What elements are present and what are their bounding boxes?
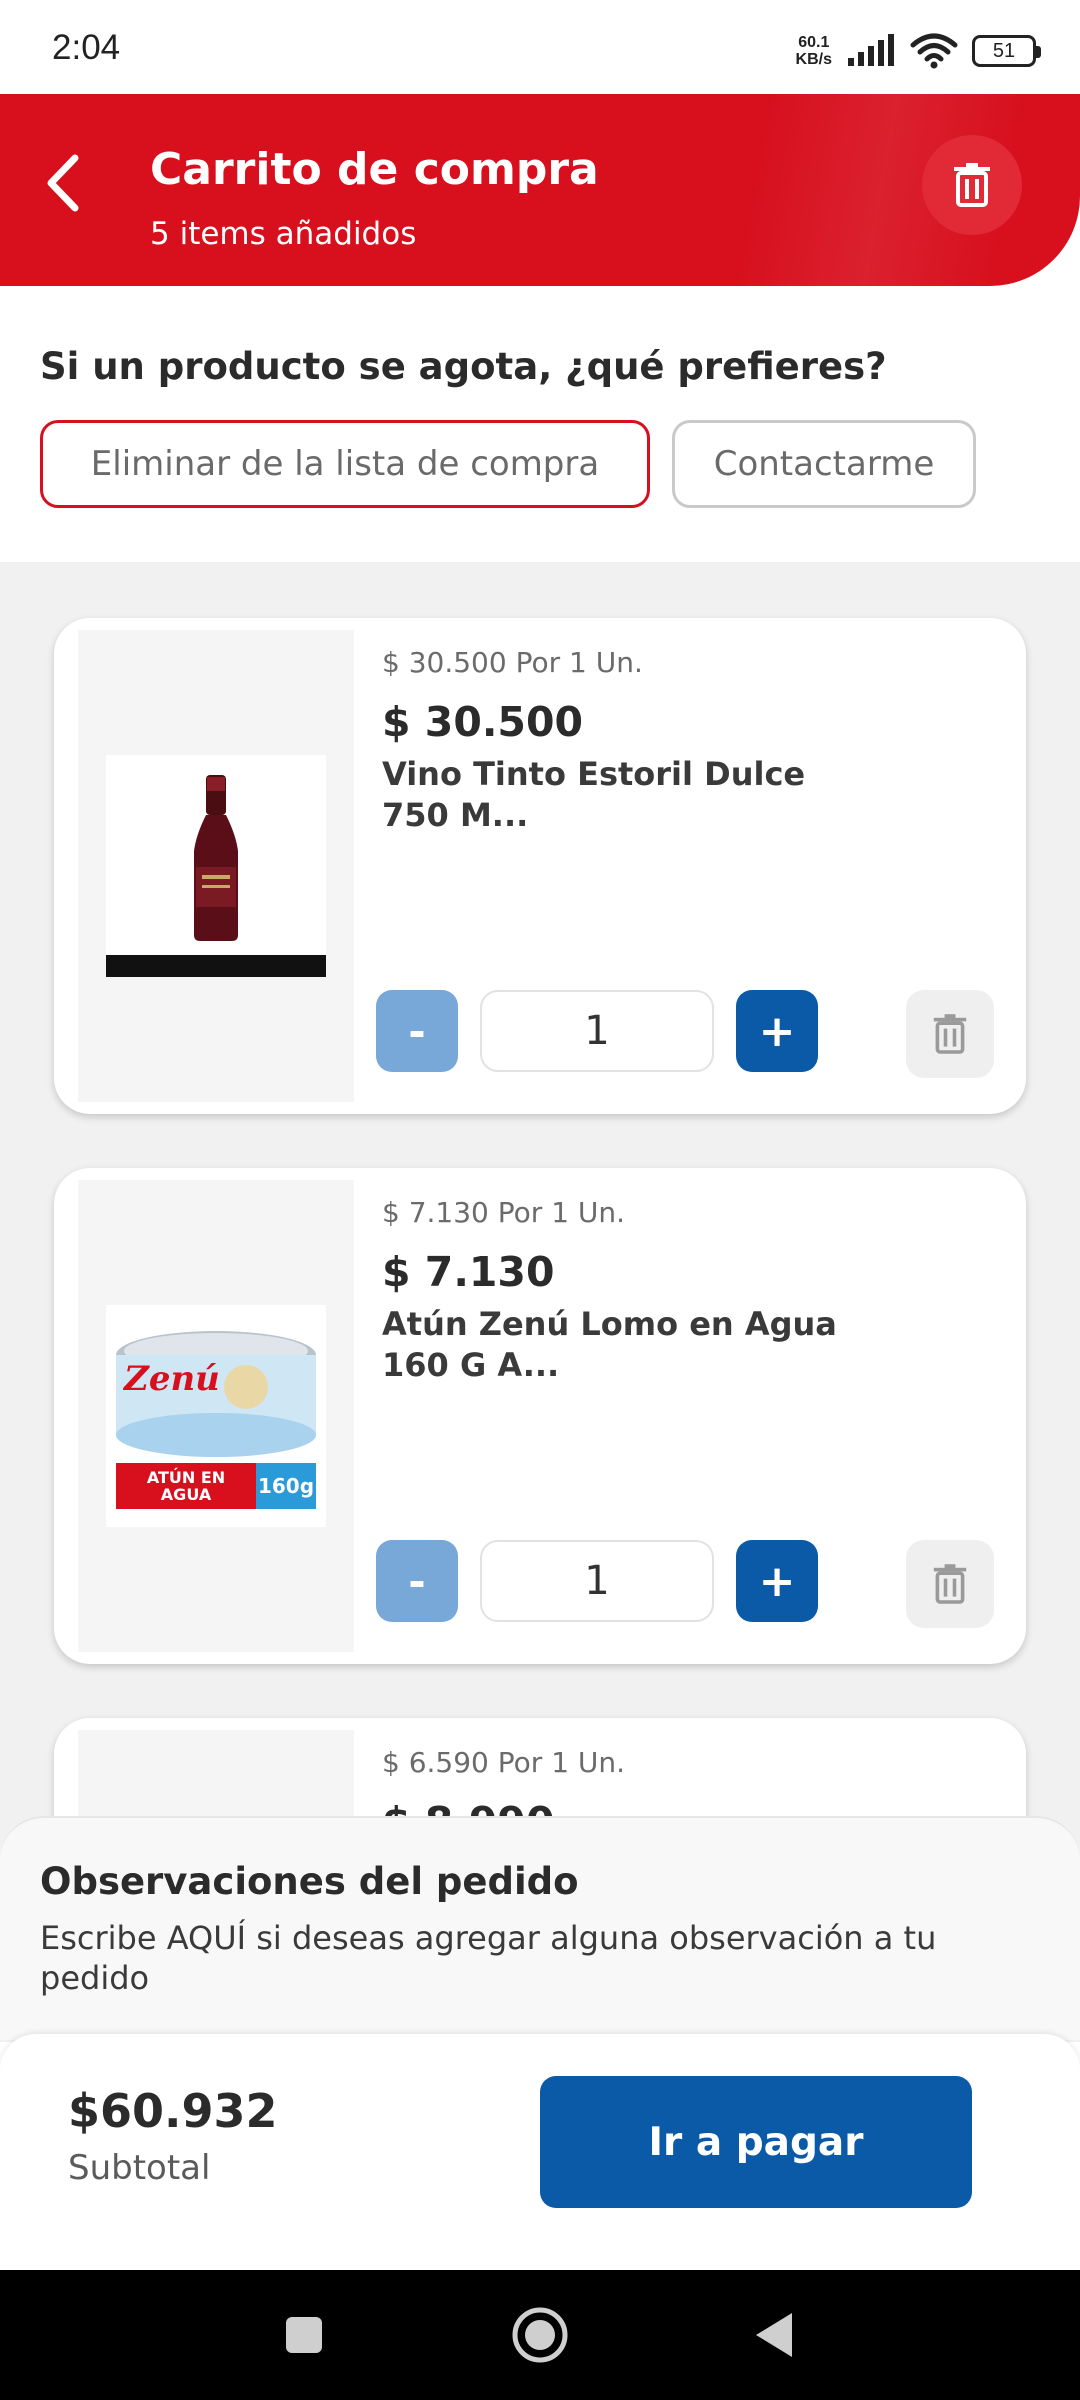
checkout-footer: $60.932 Subtotal Ir a pagar: [0, 2034, 1080, 2270]
status-bar: 2:04 60.1 KB/s 51: [0, 0, 1080, 94]
item-price: $ 7.130: [382, 1248, 555, 1296]
page-title: Carrito de compra: [150, 144, 599, 195]
subtotal-amount: $60.932: [68, 2084, 278, 2138]
signal-icon: [848, 34, 894, 66]
subtotal-label: Subtotal: [68, 2148, 211, 2188]
cart-item: Zenú ATÚN EN AGUA 160g $ 7.130 Por 1 Un.…: [54, 1168, 1026, 1664]
battery-icon: 51: [972, 35, 1041, 67]
product-image[interactable]: Zenú ATÚN EN AGUA 160g: [78, 1180, 354, 1652]
wine-bottle-image: [106, 775, 326, 977]
brand-logo: Zenú: [124, 1359, 220, 1399]
product-tag: ATÚN EN AGUA 160g: [116, 1463, 316, 1509]
recent-apps-button[interactable]: [244, 2270, 364, 2400]
items-count: 5 items añadidos: [150, 216, 417, 252]
order-notes-input[interactable]: Escribe AQUÍ si deseas agregar alguna ob…: [40, 1918, 1050, 1998]
trash-icon: [954, 163, 990, 207]
increase-quantity-button[interactable]: +: [736, 1540, 818, 1622]
option-contact-me[interactable]: Contactarme: [672, 420, 976, 508]
unit-price: $ 7.130 Por 1 Un.: [382, 1196, 626, 1229]
empty-cart-button[interactable]: [922, 135, 1022, 235]
out-of-stock-question: Si un producto se agota, ¿qué prefieres?: [40, 345, 887, 388]
product-image[interactable]: [78, 630, 354, 1102]
home-button[interactable]: [480, 2270, 600, 2400]
product-name[interactable]: Atún Zenú Lomo en Agua 160 G A...: [382, 1304, 882, 1386]
quantity-field[interactable]: 1: [480, 990, 714, 1072]
home-circle-icon: [512, 2307, 568, 2363]
trash-icon: [933, 1564, 967, 1604]
triangle-back-icon: [756, 2313, 792, 2357]
system-nav-bar: [0, 2270, 1080, 2400]
unit-price: $ 6.590 Por 1 Un.: [382, 1746, 626, 1779]
back-nav-button[interactable]: [714, 2270, 834, 2400]
square-icon: [286, 2317, 322, 2353]
option-remove-from-list[interactable]: Eliminar de la lista de compra: [40, 420, 650, 508]
remove-item-button[interactable]: [906, 1540, 994, 1628]
app-header: Carrito de compra 5 items añadidos: [0, 94, 1080, 286]
wifi-icon: [910, 33, 958, 69]
back-button[interactable]: [30, 138, 96, 228]
unit-price: $ 30.500 Por 1 Un.: [382, 646, 643, 679]
decrease-quantity-button[interactable]: -: [376, 990, 458, 1072]
decrease-quantity-button[interactable]: -: [376, 1540, 458, 1622]
cart-item: $ 30.500 Por 1 Un. $ 30.500 Vino Tinto E…: [54, 618, 1026, 1114]
remove-item-button[interactable]: [906, 990, 994, 1078]
network-speed: 60.1 KB/s: [795, 34, 832, 68]
status-indicators: 60.1 KB/s 51: [795, 28, 1041, 74]
increase-quantity-button[interactable]: +: [736, 990, 818, 1072]
trash-icon: [933, 1014, 967, 1054]
item-price: $ 30.500: [382, 698, 584, 746]
status-time: 2:04: [52, 28, 121, 67]
order-notes-panel[interactable]: Observaciones del pedido Escribe AQUÍ si…: [0, 1816, 1080, 2040]
chevron-left-icon: [47, 154, 79, 212]
quantity-field[interactable]: 1: [480, 1540, 714, 1622]
product-name[interactable]: Vino Tinto Estoril Dulce 750 M...: [382, 754, 882, 836]
order-notes-title: Observaciones del pedido: [40, 1860, 579, 1903]
checkout-button[interactable]: Ir a pagar: [540, 2076, 972, 2208]
